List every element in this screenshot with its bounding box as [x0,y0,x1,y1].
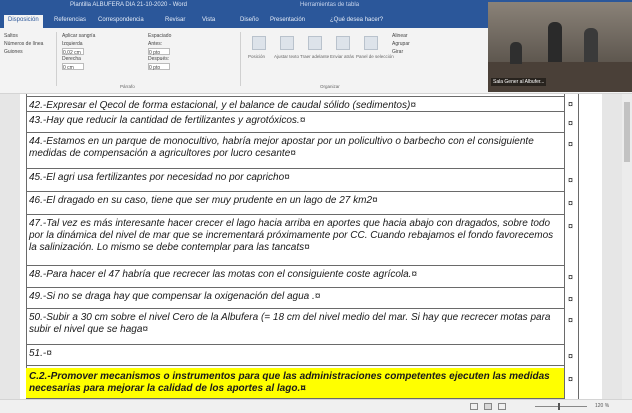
person-figure [548,22,562,62]
selection-pane-label: Panel de selección [356,54,394,59]
zoom-slider-knob[interactable] [558,403,560,410]
table-row[interactable]: 48.-Para hacer el 47 habría que recrecer… [26,266,564,288]
tell-me-search[interactable]: ¿Qué desea hacer? [330,17,383,23]
selection-pane-icon[interactable] [364,36,378,50]
table-row[interactable]: 50.-Subir a 30 cm sobre el nivel Cero de… [26,309,564,345]
tab-vista[interactable]: Vista [202,17,215,23]
video-call-thumbnail[interactable]: Sala Gener al Albufer... [488,2,632,92]
indent-left-label: Izquierda [62,41,83,47]
table-row-highlighted[interactable]: C.2.-Promover mecanismos o instrumentos … [26,368,564,399]
scrollbar-thumb[interactable] [624,102,630,162]
hyphenation-button[interactable]: Guiones [4,48,43,56]
tab-disposicion[interactable]: Disposición [4,15,43,28]
table-row[interactable]: 42.-Expresar el Qecol de forma estaciona… [26,96,564,112]
position-label: Posición [248,54,266,59]
end-of-row-mark: ¤ [568,139,574,149]
spacing-before-label: Antes: [148,41,163,47]
table-row[interactable]: 45.-El agri usa fertilizantes por necesi… [26,169,564,192]
align-button[interactable]: Alinear [392,32,410,40]
window-title: Plantilla ALBUFERA DIA 21-10-2020 - Word [70,2,187,8]
spacing-after-label: Después: [148,56,170,62]
end-of-row-mark: ¤ [568,198,574,208]
document-area: 42.-Expresar el Qecol de forma estaciona… [0,94,632,399]
paragraph-group-label: Párrafo [120,84,135,89]
document-page[interactable]: 42.-Expresar el Qecol de forma estaciona… [20,94,602,399]
end-of-row-mark: ¤ [568,294,574,304]
table-row[interactable]: 49.-Si no se draga hay que compensar la … [26,288,564,309]
contextual-tab-label: Herramientas de tabla [300,2,360,8]
saltos-button[interactable]: Saltos [4,32,43,40]
tab-correspondencia[interactable]: Correspondencia [98,17,144,23]
bring-forward-label: Traer adelante [300,54,330,59]
indent-right-field[interactable]: 0 cm [62,63,84,71]
table-row[interactable]: 51.-¤ [26,345,564,366]
read-mode-icon[interactable] [470,403,478,410]
bring-forward-icon[interactable] [308,36,322,50]
spacing-before-field[interactable]: 0 pto [148,48,170,56]
end-of-row-mark: ¤ [568,118,574,128]
status-bar: 120 % [0,399,632,413]
tab-diseno[interactable]: Diseño [240,17,259,23]
spacing-after-field[interactable]: 0 pto [148,63,170,71]
wrap-text-label: Ajustar texto [274,54,300,59]
end-of-row-mark: ¤ [568,315,574,325]
person-figure [510,42,522,64]
indent-left-field[interactable]: 0,02 cm [62,48,84,56]
send-backward-icon[interactable] [336,36,350,50]
word-window: Plantilla ALBUFERA DIA 21-10-2020 - Word… [0,0,632,413]
position-icon[interactable] [252,36,266,50]
end-of-row-mark: ¤ [568,272,574,282]
tab-referencias[interactable]: Referencias [54,17,86,23]
arrange-group-label: Organizar [320,84,340,89]
tab-presentacion[interactable]: Presentación [270,17,305,23]
table-row[interactable]: 44.-Estamos en un parque de monocultivo,… [26,133,564,169]
group-button[interactable]: Agrupar [392,40,410,48]
table-row[interactable]: 43.-Hay que reducir la cantidad de ferti… [26,112,564,133]
video-caption: Sala Gener al Albufer... [491,78,547,86]
end-of-row-mark: ¤ [568,351,574,361]
print-layout-icon[interactable] [484,403,492,410]
zoom-level[interactable]: 120 % [595,403,609,409]
indent-heading: Aplicar sangría [62,33,96,39]
end-of-row-mark: ¤ [568,99,574,109]
vertical-scrollbar[interactable] [622,94,632,399]
end-of-row-mark: ¤ [568,175,574,185]
tab-revisar[interactable]: Revisar [165,17,185,23]
table-row[interactable]: 47.-Tal vez es más interesante hacer cre… [26,215,564,266]
end-of-row-mark: ¤ [568,374,574,384]
person-figure [584,28,598,62]
indent-right-label: Derecha [62,56,81,62]
wrap-text-icon[interactable] [280,36,294,50]
line-numbers-button[interactable]: Números de línea [4,40,43,48]
zoom-slider[interactable] [535,406,587,407]
table-row[interactable]: 46.-El dragado en su caso, tiene que ser… [26,192,564,215]
spacing-heading: Espaciado [148,33,172,39]
rotate-button[interactable]: Girar [392,48,410,56]
web-layout-icon[interactable] [498,403,506,410]
end-of-row-mark: ¤ [568,221,574,231]
send-backward-label: Enviar atrás [330,54,355,59]
